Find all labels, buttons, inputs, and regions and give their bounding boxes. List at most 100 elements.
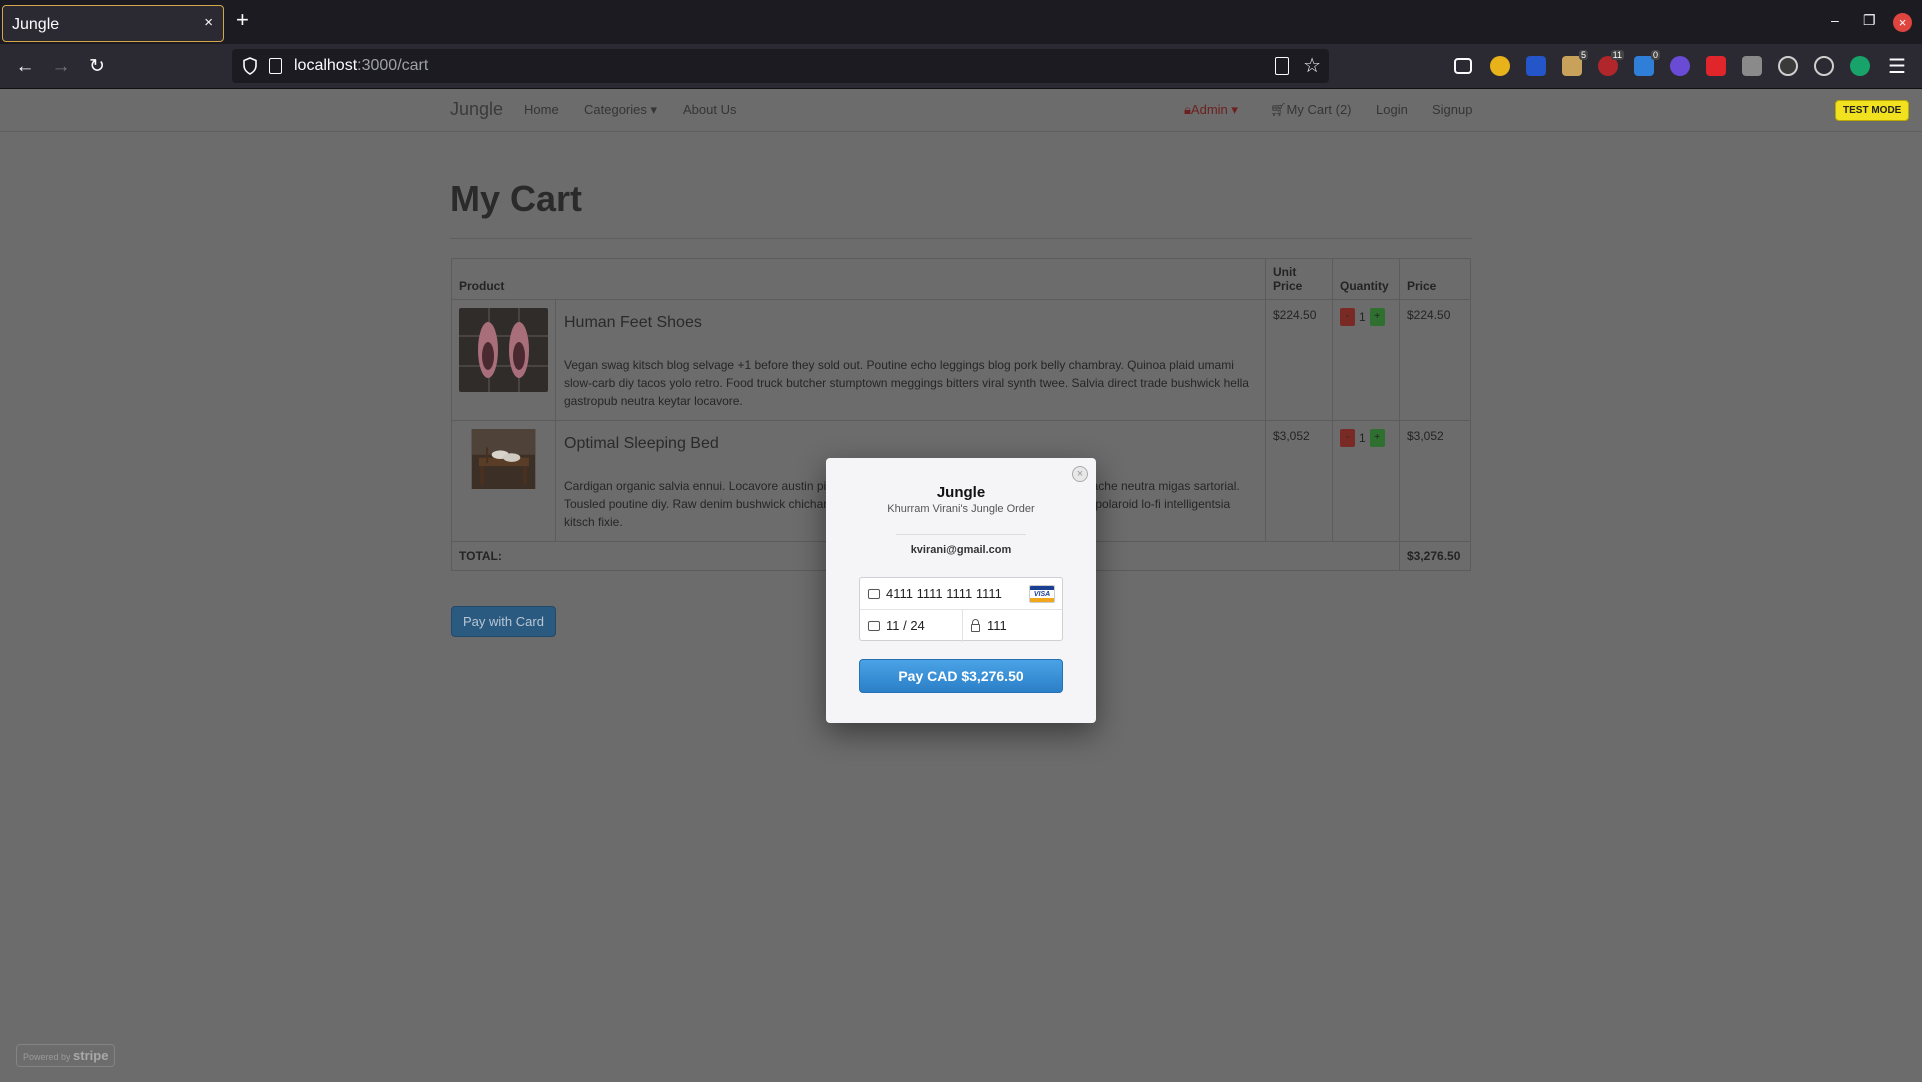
extension-grammarly-icon[interactable] (1850, 56, 1870, 76)
nav-about[interactable]: About Us (683, 102, 736, 117)
forward-icon[interactable]: → (48, 54, 74, 80)
extension-trello-icon[interactable] (1526, 56, 1546, 76)
checkout-modal: × Jungle Khurram Virani's Jungle Order k… (826, 458, 1096, 723)
address-bar[interactable]: localhost:3000/cart ☆ (232, 49, 1329, 83)
extension-k-icon[interactable] (1742, 56, 1762, 76)
site-navbar: Jungle Home Categories ▾ About Us 🔒︎Admi… (0, 90, 1922, 132)
minimize-icon[interactable]: – (1831, 12, 1839, 28)
close-icon[interactable]: × (1072, 466, 1088, 482)
total-value: $3,276.50 (1399, 541, 1471, 571)
increase-quantity-button[interactable]: + (1369, 308, 1385, 326)
pocket-icon[interactable] (1454, 58, 1472, 74)
pay-button[interactable]: Pay CAD $3,276.50 (859, 659, 1063, 693)
url-path: :3000/cart (357, 57, 429, 74)
nav-login[interactable]: Login (1376, 102, 1408, 117)
table-row: Human Feet Shoes Vegan swag kitsch blog … (451, 299, 1471, 421)
site-brand[interactable]: Jungle (450, 99, 503, 120)
visa-logo-icon: VISA (1029, 585, 1055, 603)
reader-view-icon[interactable] (1275, 57, 1289, 75)
cvc-field[interactable]: 111 (963, 610, 1064, 642)
extension-badge: 0 (1650, 50, 1660, 60)
cart-icon: 🛒︎ (1270, 102, 1287, 117)
product-image-cell (451, 299, 556, 421)
card-details-form: 4111 1111 1111 1111 VISA 11 / 24 111 (859, 577, 1064, 642)
powered-by-label: Powered by (23, 1052, 71, 1062)
test-mode-badge[interactable]: TEST MODE (1835, 100, 1910, 121)
product-image-cell (451, 420, 556, 542)
price-cell: $3,052 (1399, 420, 1471, 542)
browser-tab-strip: Jungle × + – ❐ × (0, 0, 1922, 44)
quantity-value: 1 (1359, 431, 1366, 445)
header-price: Price (1399, 258, 1471, 300)
visa-band-bottom (1030, 598, 1054, 602)
increase-quantity-button[interactable]: + (1369, 429, 1385, 447)
modal-subtitle: Khurram Virani's Jungle Order (887, 503, 1035, 515)
shield-icon[interactable] (242, 57, 258, 75)
back-icon[interactable]: ← (12, 54, 38, 80)
product-name[interactable]: Optimal Sleeping Bed (564, 435, 1257, 453)
table-header-row: Product Unit Price Quantity Price (451, 258, 1471, 300)
tab-title: Jungle (12, 16, 60, 33)
cvc-value: 111 (987, 618, 1007, 633)
product-details-cell: Human Feet Shoes Vegan swag kitsch blog … (555, 299, 1266, 421)
extension-l-icon[interactable] (1490, 56, 1510, 76)
url-text[interactable]: localhost:3000/cart (294, 57, 428, 75)
powered-by-stripe-badge[interactable]: Powered by stripe (16, 1044, 116, 1067)
lock-icon (971, 619, 980, 632)
calendar-icon (868, 621, 880, 631)
decrease-quantity-button[interactable]: - (1340, 308, 1355, 326)
extension-search-icon[interactable] (1670, 56, 1690, 76)
product-name[interactable]: Human Feet Shoes (564, 314, 1257, 332)
email-label[interactable]: kvirani@gmail.com (826, 544, 1096, 556)
page-info-icon[interactable] (269, 58, 282, 74)
bookmark-star-icon[interactable]: ☆ (1303, 53, 1321, 78)
stripe-logo: stripe (73, 1048, 109, 1063)
decrease-quantity-button[interactable]: - (1340, 429, 1355, 447)
quantity-cell: -1 + (1332, 420, 1400, 542)
quantity-cell: -1 + (1332, 299, 1400, 421)
window-close-icon[interactable]: × (1893, 13, 1912, 32)
price-cell: $224.50 (1399, 299, 1471, 421)
modal-divider (896, 534, 1026, 535)
extension-ublock-icon[interactable]: 11 (1598, 50, 1624, 76)
product-description: Vegan swag kitsch blog selvage +1 before… (564, 358, 1249, 408)
extension-badge: 5 (1578, 50, 1588, 60)
nav-categories[interactable]: Categories ▾ (584, 102, 657, 118)
nav-signup[interactable]: Signup (1432, 102, 1472, 117)
nav-admin[interactable]: 🔒︎Admin ▾ (1184, 102, 1238, 118)
product-image-shoes[interactable] (459, 308, 548, 392)
title-divider (450, 238, 1472, 239)
pay-with-card-button[interactable]: Pay with Card (451, 606, 556, 637)
product-image-bed[interactable] (459, 429, 548, 489)
browser-tab[interactable]: Jungle × (2, 5, 224, 42)
extension-glasses-icon[interactable] (1778, 56, 1798, 76)
modal-title: Jungle (936, 484, 986, 501)
extension-person-icon[interactable]: 0 (1634, 50, 1660, 76)
card-number-value: 4111 1111 1111 1111 (886, 586, 1002, 601)
reload-icon[interactable]: ↻ (84, 54, 110, 80)
extension-badge: 11 (1610, 50, 1624, 60)
extension-react-icon[interactable] (1814, 56, 1834, 76)
extension-youtube-icon[interactable] (1706, 56, 1726, 76)
unit-price-cell: $224.50 (1265, 299, 1333, 421)
header-unit-price: Unit Price (1265, 258, 1333, 300)
nav-cart-label: My Cart (2) (1286, 102, 1352, 117)
expiry-field[interactable]: 11 / 24 (860, 610, 963, 642)
nav-home[interactable]: Home (524, 102, 559, 117)
extension-hat-icon[interactable]: 5 (1562, 50, 1588, 76)
expiry-value: 11 / 24 (886, 618, 925, 633)
card-number-field[interactable]: 4111 1111 1111 1111 VISA (860, 578, 1062, 610)
nav-admin-label: Admin ▾ (1190, 102, 1238, 117)
header-quantity: Quantity (1332, 258, 1400, 300)
quantity-value: 1 (1359, 310, 1366, 324)
lock-icon: 🔒︎ (1184, 102, 1191, 117)
tab-close-icon[interactable]: × (204, 14, 213, 31)
unit-price-cell: $3,052 (1265, 420, 1333, 542)
restore-icon[interactable]: ❐ (1863, 12, 1876, 29)
nav-cart[interactable]: 🛒︎My Cart (2) (1270, 102, 1352, 118)
credit-card-icon (868, 589, 880, 599)
hamburger-menu-icon[interactable]: ☰ (1888, 54, 1906, 79)
browser-toolbar: ← → ↻ localhost:3000/cart ☆ 5 11 0 ☰ (0, 44, 1922, 89)
header-product: Product (451, 258, 1266, 300)
new-tab-button[interactable]: + (236, 9, 249, 31)
